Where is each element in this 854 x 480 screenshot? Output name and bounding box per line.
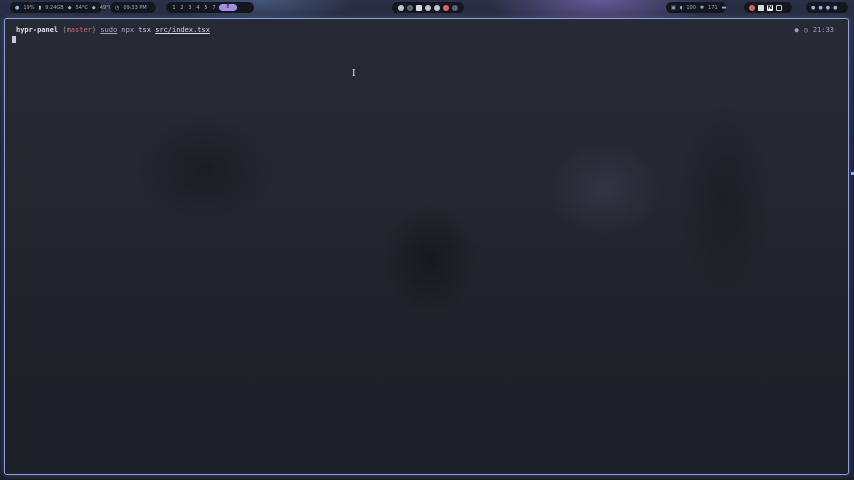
workspace-2[interactable]: 2 [179,5,185,11]
command-tsx: tsx [138,26,151,34]
cpu-usage: 19% [23,4,35,11]
prompt-branch-close: ) [91,26,97,34]
prompt-branch: master [66,26,92,34]
workspace-switcher: 1 2 3 4 5 7 8 [166,2,254,13]
battery-icon: ▬ [721,4,727,11]
app-icon-5[interactable] [434,4,440,11]
app-icon-3[interactable] [416,4,422,11]
volume-level: 100 [686,4,696,11]
mouse-ibeam-cursor: I [352,69,356,79]
system-tray: N [744,2,792,13]
control-center: ● ● ● ● [806,2,848,13]
tray-app-icon-2[interactable] [758,4,764,11]
terminal-window[interactable]: hypr-panel (master) sudo npx tsx src/ind… [4,18,849,475]
cpu-temp: 54°C [75,4,88,11]
workspace-1[interactable]: 1 [171,5,177,11]
clock-text: 09:33 PM [123,4,147,11]
workspace-8-active[interactable]: 8 [219,4,237,11]
command-npx: npx [121,26,135,34]
bluetooth-icon[interactable]: ● [826,5,830,11]
command-path: src/index.tsx [155,26,210,34]
workspace-7[interactable]: 7 [211,5,217,11]
top-bar: ● 19% ▮ 9.24GB ◆ 54°C ◆ 49°C ◷ 09:33 PM … [0,0,854,16]
ram-usage: 9.24GB [45,4,64,11]
prompt-line: hypr-panel (master) sudo npx tsx src/ind… [16,26,210,35]
app-icon-4[interactable] [425,4,431,11]
terminal-cursor [12,36,16,43]
workspace-3[interactable]: 3 [187,5,193,11]
power-icon[interactable]: ● [833,5,837,11]
clock-icon: ◷ [115,4,120,11]
tray-window-icon[interactable] [776,4,782,11]
command-sudo: sudo [100,26,118,34]
network-icon[interactable]: ● [818,5,822,11]
cpu-icon: ● [15,4,20,11]
speaker-icon: ▣ [671,4,676,11]
volume-icon: ◖ [679,4,683,11]
notification-icon[interactable]: ● [811,5,815,11]
app-icon-1[interactable] [398,4,404,11]
workspace-5[interactable]: 5 [203,5,209,11]
brightness-level: 171 [708,4,718,11]
app-dock [392,2,464,13]
clock-small-icon: ◷ [803,26,808,34]
tray-app-icon-1[interactable] [749,4,755,11]
notion-icon[interactable]: N [767,4,773,11]
app-icon-6[interactable] [443,4,449,11]
prompt-directory: hypr-panel [16,26,59,34]
app-icon-7[interactable] [452,4,458,11]
ram-icon: ▮ [38,4,42,11]
app-icon-2[interactable] [407,4,413,11]
workspace-4[interactable]: 4 [195,5,201,11]
gpu-icon: ◆ [91,4,96,11]
prompt-right-info: ● ◷ 21:33 [794,26,834,35]
clock-widget[interactable]: ◷ 09:33 PM [110,2,156,13]
temp-icon: ◆ [67,4,72,11]
prompt-time: 21:33 [812,26,834,34]
brightness-icon: ✱ [699,4,705,11]
system-stats[interactable]: ● 19% ▮ 9.24GB ◆ 54°C ◆ 49°C [10,2,112,13]
status-dot-icon: ● [794,26,799,34]
audio-brightness[interactable]: ▣ ◖ 100 ✱ 171 ▬ [666,2,726,13]
